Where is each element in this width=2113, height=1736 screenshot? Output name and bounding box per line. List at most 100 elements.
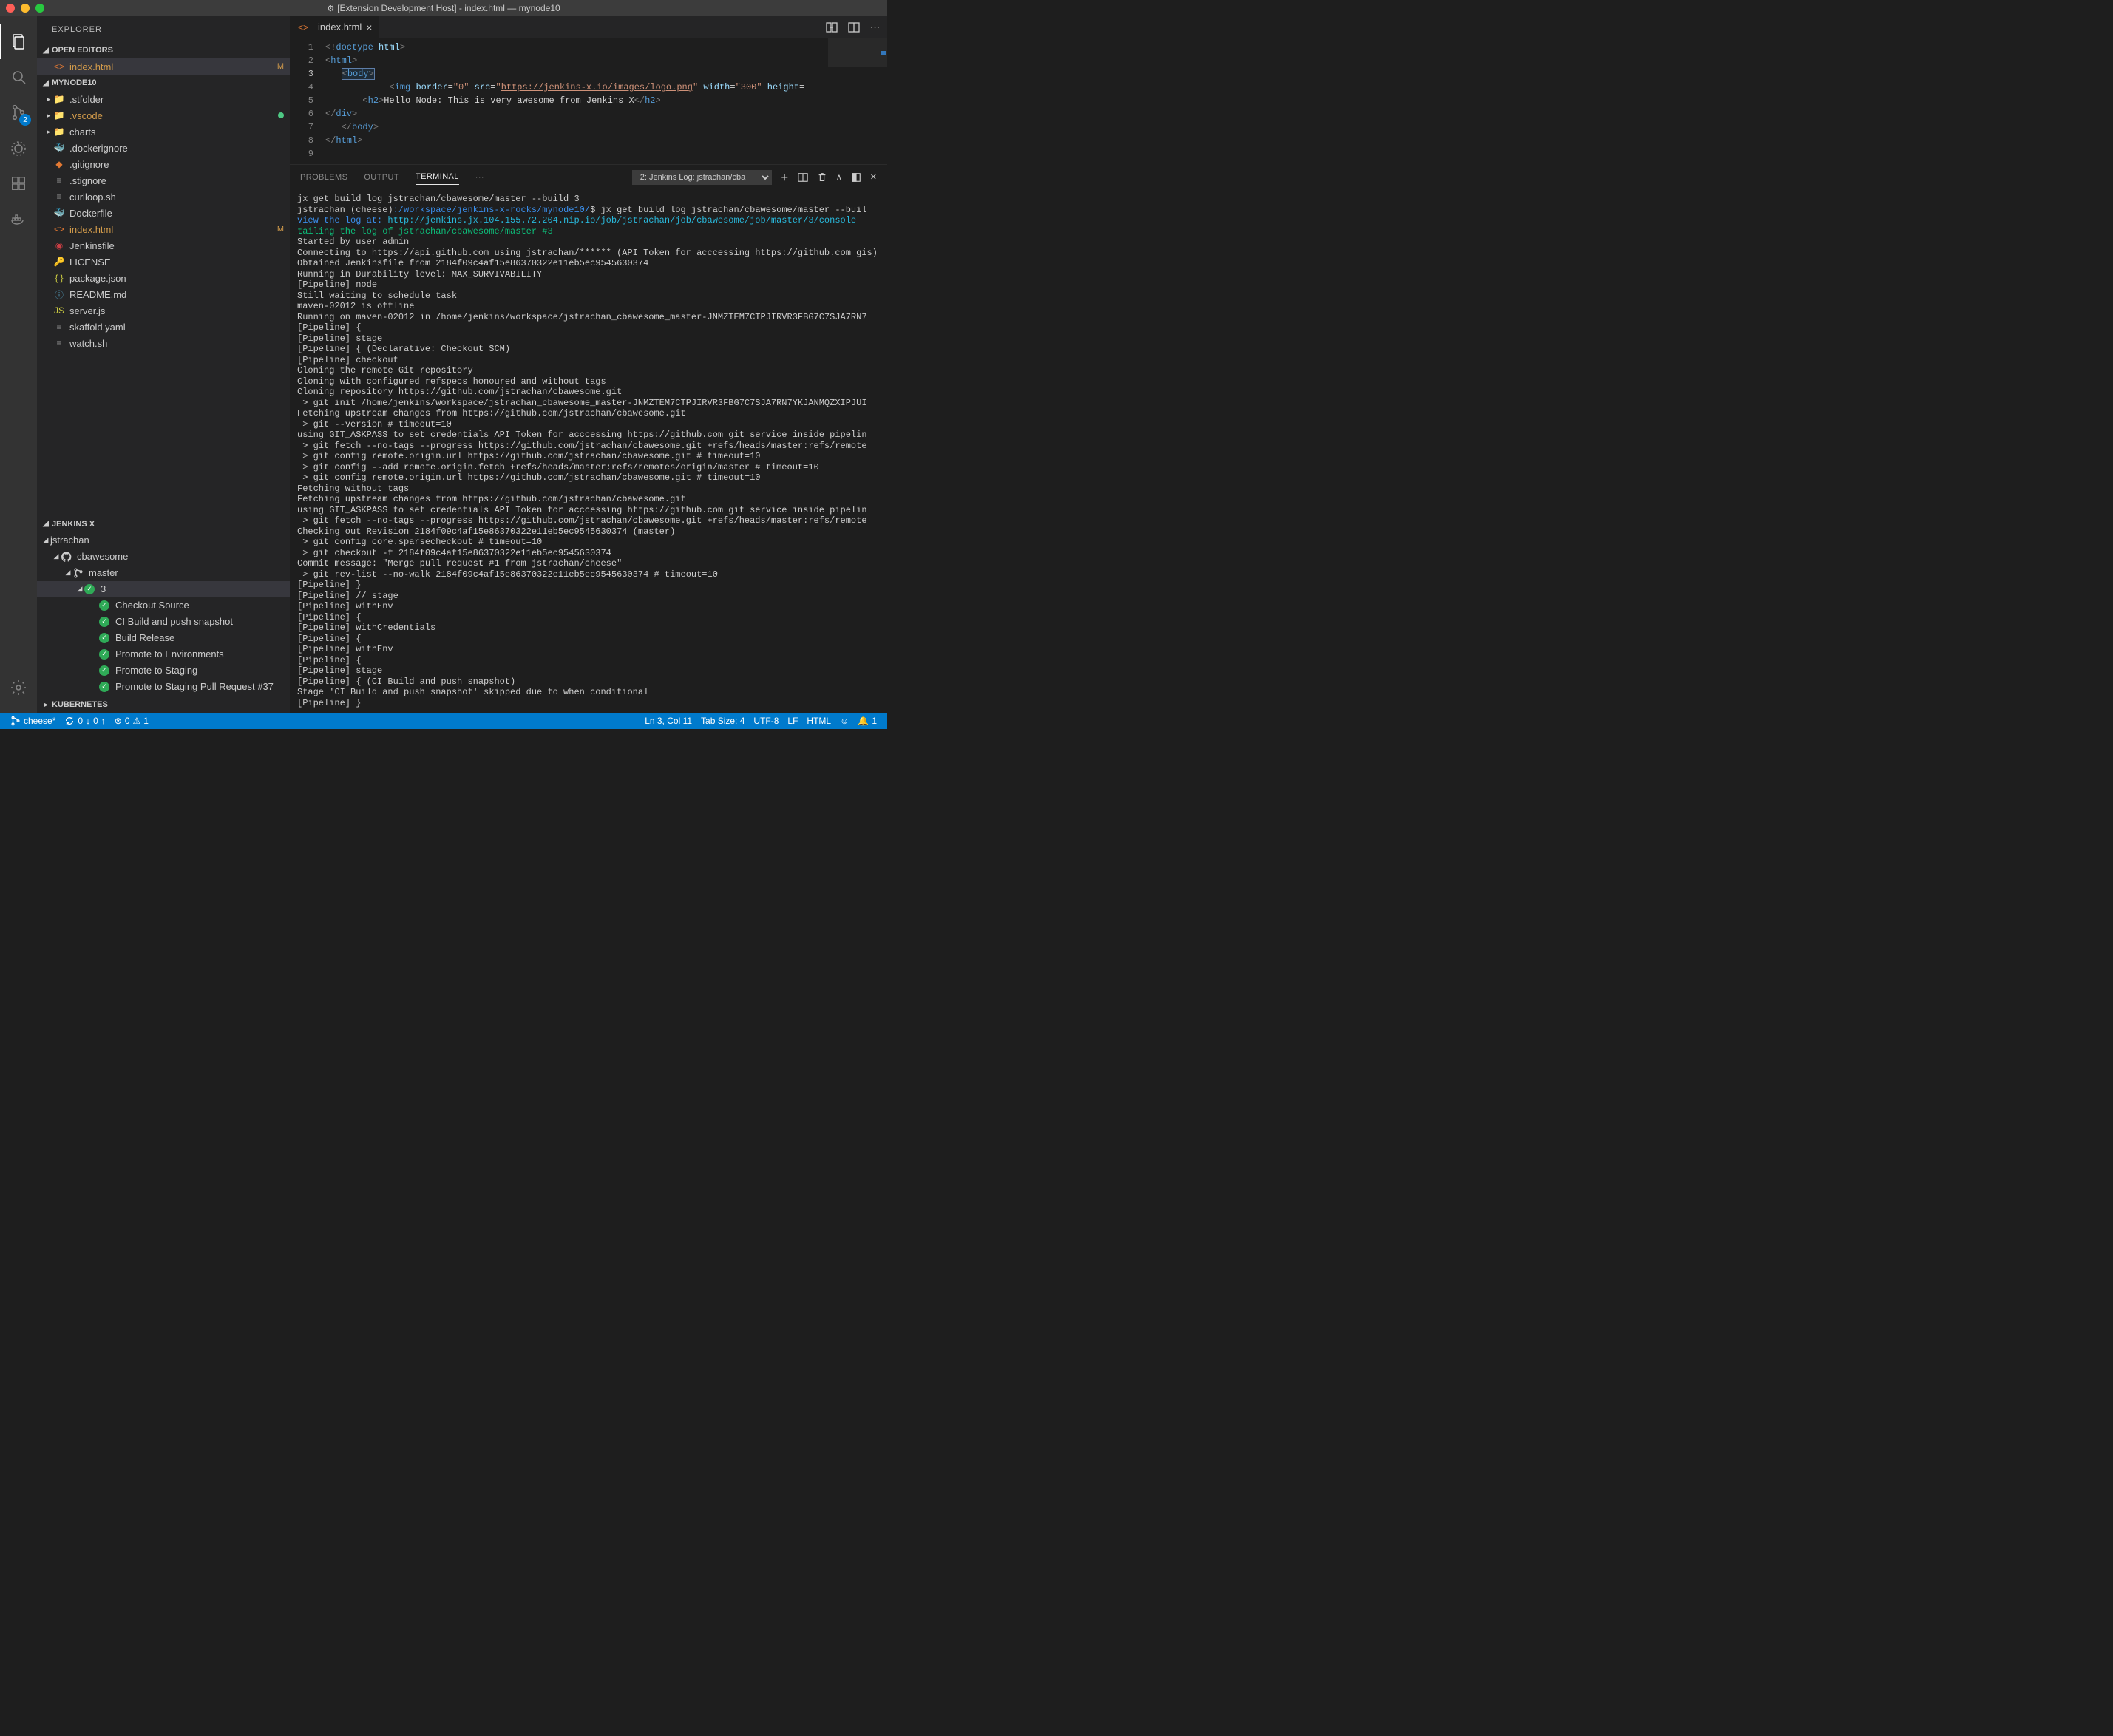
pipeline-stage[interactable]: ✓ Promote to Staging Pull Request #37: [37, 679, 290, 695]
chevron-right-icon: ▸: [40, 701, 52, 709]
tab-index-html[interactable]: <> index.html ×: [290, 16, 380, 38]
pipeline-stage[interactable]: ✓Promote to Environments: [37, 646, 290, 662]
kubernetes-section[interactable]: ▸ KUBERNETES: [37, 696, 290, 713]
chevron-icon: ◢: [64, 569, 72, 577]
chevron-down-icon: ◢: [40, 520, 52, 528]
success-icon: ✓: [99, 665, 109, 676]
code-content[interactable]: <!doctype html><html> <body> <img border…: [325, 38, 887, 164]
panel-tab-terminal[interactable]: TERMINAL: [416, 169, 459, 185]
file-item[interactable]: ≡.stignore: [37, 172, 290, 189]
pipeline-stage[interactable]: ✓Build Release: [37, 630, 290, 646]
folder-item[interactable]: ▸📁.stfolder: [37, 91, 290, 107]
language-mode[interactable]: HTML: [802, 716, 835, 726]
panel-tab-problems[interactable]: PROBLEMS: [300, 170, 347, 185]
file-item[interactable]: ⓘREADME.md: [37, 286, 290, 302]
file-label: charts: [69, 126, 95, 138]
file-item[interactable]: ◉Jenkinsfile: [37, 237, 290, 254]
file-item[interactable]: 🐳.dockerignore: [37, 140, 290, 156]
build-node[interactable]: ◢✓3: [37, 581, 290, 597]
file-label: Dockerfile: [69, 208, 112, 219]
scm-view-button[interactable]: 2: [0, 95, 37, 130]
notifications-icon[interactable]: 🔔1: [853, 716, 881, 726]
terminal-up-icon[interactable]: ∧: [836, 172, 842, 182]
split-editor-icon[interactable]: [848, 21, 860, 33]
tab-label: index.html: [318, 21, 362, 33]
status-dot: [278, 112, 284, 118]
panel-tab-more[interactable]: ···: [475, 170, 484, 185]
file-label: skaffold.yaml: [69, 322, 126, 333]
editor-area[interactable]: 123456789 <!doctype html><html> <body> <…: [290, 38, 887, 164]
tree-label: CI Build and push snapshot: [115, 616, 233, 627]
overview-ruler: [877, 38, 887, 164]
compare-changes-icon[interactable]: [826, 21, 838, 33]
tree-label: Promote to Staging Pull Request #37: [115, 681, 274, 692]
more-actions-icon[interactable]: ···: [870, 21, 880, 33]
debug-view-button[interactable]: [0, 130, 37, 166]
tree-label: Promote to Environments: [115, 648, 224, 660]
editor-actions: ···: [818, 16, 887, 38]
file-item[interactable]: ≡curlloop.sh: [37, 189, 290, 205]
close-tab-button[interactable]: ×: [366, 21, 372, 33]
file-label: .stfolder: [69, 94, 104, 105]
file-item[interactable]: 🐳Dockerfile: [37, 205, 290, 221]
branch-node[interactable]: ◢master: [37, 565, 290, 581]
tree-label: 3: [101, 583, 106, 594]
git-branch-status[interactable]: cheese*: [6, 713, 60, 729]
file-item[interactable]: { }package.json: [37, 270, 290, 286]
feedback-icon[interactable]: ☺: [835, 716, 853, 726]
file-item[interactable]: <>index.htmlM: [37, 221, 290, 237]
titlebar: ⚙ [Extension Development Host] - index.h…: [0, 0, 887, 16]
maximize-panel-icon[interactable]: [851, 172, 861, 183]
panel-tab-output[interactable]: OUTPUT: [364, 170, 399, 185]
workspace-section[interactable]: ◢ MYNODE10: [37, 75, 290, 91]
extensions-view-button[interactable]: [0, 166, 37, 201]
folder-item[interactable]: ▸📁charts: [37, 123, 290, 140]
tree-label: jstrachan: [50, 535, 89, 546]
jenkins-user[interactable]: ◢jstrachan: [37, 532, 290, 549]
tree-label: Checkout Source: [115, 600, 189, 611]
jenkins-repo[interactable]: ◢cbawesome: [37, 549, 290, 565]
file-item[interactable]: JSserver.js: [37, 302, 290, 319]
ruler-mark: [881, 51, 886, 55]
github-icon: [61, 551, 72, 563]
eol[interactable]: LF: [783, 716, 802, 726]
success-icon: ✓: [99, 633, 109, 643]
sidebar-title: EXPLORER: [37, 16, 290, 42]
settings-button[interactable]: [0, 670, 37, 705]
terminal-selector[interactable]: 2: Jenkins Log: jstrachan/cba: [632, 170, 772, 185]
pipeline-stage[interactable]: ✓Promote to Staging: [37, 662, 290, 679]
chevron-down-icon: ◢: [40, 79, 52, 87]
pipeline-stage[interactable]: ✓Checkout Source: [37, 597, 290, 614]
sidebar: EXPLORER ◢ OPEN EDITORS <>index.htmlM ◢ …: [37, 16, 290, 713]
docker-view-button[interactable]: [0, 201, 37, 237]
kill-terminal-icon[interactable]: [817, 172, 827, 183]
open-editors-section[interactable]: ◢ OPEN EDITORS: [37, 42, 290, 58]
file-label: Jenkinsfile: [69, 240, 115, 251]
extension-host-icon: ⚙: [327, 4, 334, 13]
chevron-icon: ◢: [52, 552, 61, 560]
new-terminal-icon[interactable]: ＋: [781, 172, 789, 183]
branch-icon: [72, 567, 84, 579]
close-panel-icon[interactable]: ✕: [870, 172, 877, 182]
jenkinsx-section[interactable]: ◢ JENKINS X: [37, 516, 290, 532]
explorer-view-button[interactable]: [0, 24, 37, 59]
problems-status[interactable]: ⊗0 ⚠1: [110, 713, 153, 729]
success-icon: ✓: [99, 617, 109, 627]
file-item[interactable]: ≡skaffold.yaml: [37, 319, 290, 335]
open-editor-item[interactable]: <>index.htmlM: [37, 58, 290, 75]
editor-tabs: <> index.html × ···: [290, 16, 887, 38]
folder-item[interactable]: ▸📁.vscode: [37, 107, 290, 123]
search-view-button[interactable]: [0, 59, 37, 95]
cursor-position[interactable]: Ln 3, Col 11: [640, 716, 696, 726]
file-item[interactable]: ◆.gitignore: [37, 156, 290, 172]
sync-status[interactable]: 0↓ 0↑: [60, 713, 109, 729]
encoding[interactable]: UTF-8: [749, 716, 783, 726]
file-item[interactable]: 🔑LICENSE: [37, 254, 290, 270]
file-label: index.html: [69, 61, 113, 72]
file-item[interactable]: ≡watch.sh: [37, 335, 290, 351]
split-terminal-icon[interactable]: [798, 172, 808, 183]
success-icon: ✓: [99, 682, 109, 692]
pipeline-stage[interactable]: ✓ CI Build and push snapshot: [37, 614, 290, 630]
tab-size[interactable]: Tab Size: 4: [696, 716, 749, 726]
terminal-content[interactable]: jx get build log jstrachan/cbawesome/mas…: [290, 189, 887, 713]
